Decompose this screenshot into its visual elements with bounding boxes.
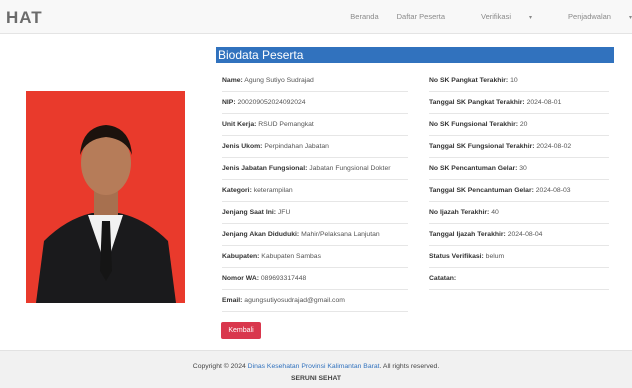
field-catatan: Catatan: (429, 268, 609, 290)
field-value: RSUD Pemangkat (258, 121, 314, 128)
top-navbar: HAT Beranda Daftar Peserta Verifikasi ▾ P… (0, 0, 632, 34)
field-value: 10 (510, 77, 518, 84)
field-no-ijazah: No Ijazah Terakhir: 40 (429, 202, 609, 224)
chevron-down-icon: ▾ (529, 15, 533, 21)
field-value: keterampilan (253, 187, 293, 194)
field-label: Tanggal SK Pencantuman Gelar: (429, 187, 534, 194)
field-unit-kerja: Unit Kerja: RSUD Pemangkat (222, 114, 408, 136)
field-value: Mahir/Pelaksana Lanjutan (301, 231, 380, 238)
field-value: Kabupaten Sambas (261, 253, 321, 260)
main-nav: Beranda Daftar Peserta Verifikasi ▾ Penja… (332, 12, 632, 21)
back-button[interactable]: Kembali (221, 322, 261, 339)
field-tanggal-sk-pangkat: Tanggal SK Pangkat Terakhir: 2024-08-01 (429, 92, 609, 114)
field-no-sk-pencantuman-gelar: No SK Pencantuman Gelar: 30 (429, 158, 609, 180)
field-label: Catatan: (429, 275, 457, 282)
field-label: Tanggal Ijazah Terakhir: (429, 231, 506, 238)
field-label: Status Verifikasi: (429, 253, 484, 260)
copyright-prefix: Copyright © 2024 (192, 363, 246, 370)
nav-verifikasi[interactable]: Verifikasi ▾ (463, 12, 532, 21)
field-value: 2024-08-04 (507, 231, 543, 238)
field-tanggal-sk-fungsional: Tanggal SK Fungsional Terakhir: 2024-08-… (429, 136, 609, 158)
field-value: 200209052024092024 (237, 99, 306, 106)
person-portrait-image (26, 91, 185, 303)
field-value: Perpindahan Jabatan (264, 143, 329, 150)
copyright-text: Copyright © 2024 Dinas Kesehatan Provins… (0, 363, 632, 370)
field-kategori: Kategori: keterampilan (222, 180, 408, 202)
field-value: 2024-08-02 (536, 143, 572, 150)
page-title: Biodata Peserta (216, 47, 614, 63)
field-label: Name: (222, 77, 243, 84)
field-email: Email: agungsutiyosudrajad@gmail.com (222, 290, 408, 312)
field-value: Jabatan Fungsional Dokter (309, 165, 391, 172)
field-nip: NIP: 200209052024092024 (222, 92, 408, 114)
nav-penjadwalan-label: Penjadwalan (568, 12, 611, 21)
field-label: Unit Kerja: (222, 121, 257, 128)
field-nomor-wa: Nomor WA: 089693317448 (222, 268, 408, 290)
field-label: Kabupaten: (222, 253, 260, 260)
field-jenjang-akan-diduduki: Jenjang Akan Diduduki: Mahir/Pelaksana L… (222, 224, 408, 246)
brand-logo-text[interactable]: HAT (6, 8, 43, 28)
field-label: Jenis Ukom: (222, 143, 263, 150)
field-label: No Ijazah Terakhir: (429, 209, 490, 216)
nav-verifikasi-label: Verifikasi (481, 12, 512, 21)
field-value: belum (485, 253, 505, 260)
field-value: 30 (519, 165, 527, 172)
field-value: 40 (491, 209, 499, 216)
field-label: No SK Pencantuman Gelar: (429, 165, 518, 172)
footer: Copyright © 2024 Dinas Kesehatan Provins… (0, 350, 632, 388)
field-no-sk-fungsional: No SK Fungsional Terakhir: 20 (429, 114, 609, 136)
field-value: 2024-08-01 (526, 99, 562, 106)
field-value: 20 (519, 121, 528, 128)
participant-photo (26, 91, 185, 303)
org-link[interactable]: Dinas Kesehatan Provinsi Kalimantan Bara… (248, 363, 380, 370)
field-label: Jenis Jabatan Fungsional: (222, 165, 308, 172)
field-label: Email: (222, 297, 243, 304)
field-jenjang-saat-ini: Jenjang Saat Ini: JFU (222, 202, 408, 224)
field-tanggal-ijazah: Tanggal Ijazah Terakhir: 2024-08-04 (429, 224, 609, 246)
field-value: Agung Sutiyo Sudrajad (244, 77, 314, 84)
field-kabupaten: Kabupaten: Kabupaten Sambas (222, 246, 408, 268)
nav-daftar-peserta[interactable]: Daftar Peserta (397, 12, 445, 21)
left-field-column: Name: Agung Sutiyo Sudrajad NIP: 2002090… (222, 70, 408, 312)
field-label: Nomor WA: (222, 275, 260, 282)
field-status-verifikasi: Status Verifikasi: belum (429, 246, 609, 268)
nav-beranda[interactable]: Beranda (350, 12, 378, 21)
field-jenis-jabatan-fungsional: Jenis Jabatan Fungsional: Jabatan Fungsi… (222, 158, 408, 180)
field-name: Name: Agung Sutiyo Sudrajad (222, 70, 408, 92)
field-label: No SK Pangkat Terakhir: (429, 77, 509, 84)
app-name: SERUNI SEHAT (290, 375, 342, 382)
field-label: Tanggal SK Pangkat Terakhir: (429, 99, 525, 106)
field-jenis-ukom: Jenis Ukom: Perpindahan Jabatan (222, 136, 408, 158)
field-label: Jenjang Akan Diduduki: (222, 231, 300, 238)
field-value: 089693317448 (260, 275, 307, 282)
field-label: No SK Fungsional Terakhir: (429, 121, 518, 128)
nav-penjadwalan[interactable]: Penjadwalan ▾ (550, 12, 632, 21)
field-label: NIP: (222, 99, 236, 106)
field-value: agungsutiyosudrajad@gmail.com (244, 297, 345, 304)
field-label: Jenjang Saat Ini: (222, 209, 277, 216)
field-value: JFU (277, 209, 291, 216)
field-label: Tanggal SK Fungsional Terakhir: (429, 143, 535, 150)
field-value: 2024-08-03 (535, 187, 571, 194)
right-field-column: No SK Pangkat Terakhir: 10 Tanggal SK Pa… (429, 70, 609, 290)
field-tanggal-sk-pencantuman-gelar: Tanggal SK Pencantuman Gelar: 2024-08-03 (429, 180, 609, 202)
field-label: Kategori: (222, 187, 252, 194)
field-no-sk-pangkat: No SK Pangkat Terakhir: 10 (429, 70, 609, 92)
copyright-suffix: . All rights reserved. (379, 363, 440, 370)
